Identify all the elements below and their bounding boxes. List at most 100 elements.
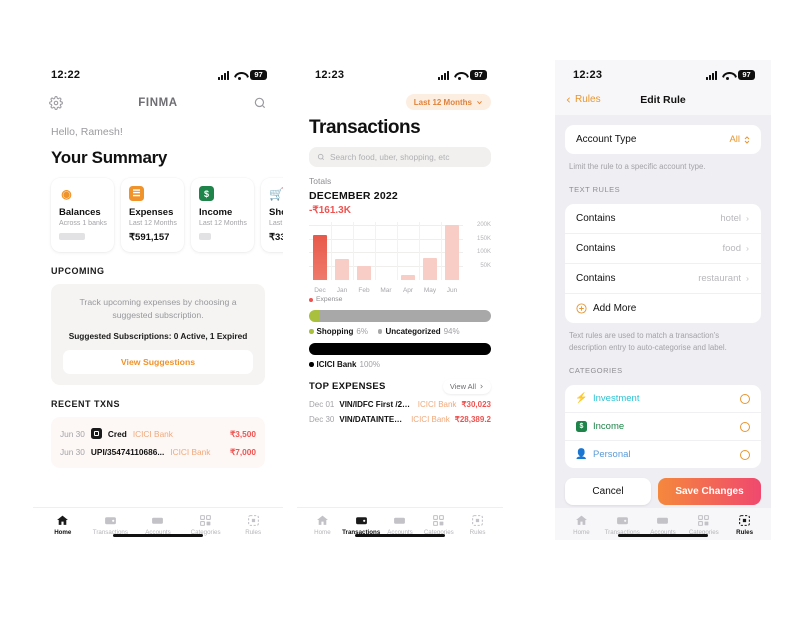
tab-home[interactable]: Home bbox=[561, 514, 602, 536]
card-icon bbox=[394, 517, 406, 524]
chart-x-axis-labels: Dec Jan Feb Mar Apr May Jun bbox=[309, 287, 463, 294]
home-icon bbox=[575, 515, 587, 525]
summary-card-income[interactable]: $ Income Last 12 Months bbox=[191, 178, 254, 252]
legend-dot bbox=[377, 329, 383, 334]
card-value bbox=[59, 232, 106, 243]
tab-home[interactable]: Home bbox=[303, 514, 342, 536]
chart-x-tick: Jun bbox=[446, 287, 458, 294]
card-subtitle: Last 1 bbox=[269, 220, 283, 227]
battery-indicator: 97 bbox=[250, 69, 267, 81]
rules-icon bbox=[247, 515, 259, 526]
add-more-row[interactable]: Add More bbox=[565, 293, 761, 323]
category-row-investment[interactable]: ⚡ Investment bbox=[565, 385, 761, 412]
tab-rules[interactable]: Rules bbox=[229, 514, 277, 536]
expense-amount: ₹28,389.2 bbox=[454, 415, 491, 424]
chevron-down-icon bbox=[477, 100, 482, 104]
table-row[interactable]: Dec 30 VIN/DATAINTERVU2 ICICI Bank ₹28,3… bbox=[297, 409, 503, 424]
navigation-bar: Rules Edit Rule bbox=[555, 90, 771, 115]
cellular-signal-icon bbox=[218, 70, 229, 80]
chevron-right-icon bbox=[746, 276, 749, 281]
chart-bar-column[interactable] bbox=[441, 222, 463, 280]
summary-card-shopping[interactable]: 🛒 Shop Last 1 ₹33, bbox=[261, 178, 283, 252]
category-breakdown-legend: Shopping 6% Uncategorized 94% bbox=[297, 322, 503, 336]
category-radio[interactable] bbox=[740, 449, 750, 460]
chart-bar-column[interactable] bbox=[331, 222, 353, 280]
range-pill-wrap: Last 12 Months bbox=[297, 90, 503, 110]
gear-icon[interactable] bbox=[49, 96, 63, 110]
rule-label: Contains bbox=[576, 213, 616, 225]
status-bar: 12:23 97 bbox=[297, 60, 503, 90]
chart-bar-column[interactable] bbox=[353, 222, 375, 280]
account-type-group: Account Type All bbox=[565, 125, 761, 154]
view-all-button[interactable]: View All bbox=[442, 379, 491, 394]
chart-bar bbox=[401, 275, 415, 280]
txn-amount: ₹7,000 bbox=[229, 447, 256, 458]
text-rule-row[interactable]: Contains restaurant bbox=[565, 263, 761, 293]
save-changes-button[interactable]: Save Changes bbox=[658, 478, 761, 506]
search-placeholder: Search food, uber, shopping, etc bbox=[330, 152, 450, 162]
summary-cards-row[interactable]: ◉ Balances Across 1 banks ☰ Expenses Las… bbox=[33, 168, 283, 252]
cancel-button[interactable]: Cancel bbox=[565, 478, 651, 506]
text-rule-row[interactable]: Contains hotel bbox=[565, 204, 761, 233]
summary-card-expenses[interactable]: ☰ Expenses Last 12 Months ₹591,157 bbox=[121, 178, 184, 252]
chart-bar bbox=[445, 224, 459, 280]
category-radio[interactable] bbox=[740, 393, 750, 404]
category-row-income[interactable]: $ Income bbox=[565, 412, 761, 440]
person-icon: 👤 bbox=[575, 449, 588, 461]
legend-item-icici: ICICI Bank 100% bbox=[309, 360, 380, 369]
card-subtitle: Last 12 Months bbox=[199, 220, 247, 227]
table-row[interactable]: Jun 30 Cred ICICI Bank ₹3,500 bbox=[60, 424, 256, 443]
legend-label: ICICI Bank bbox=[316, 360, 357, 369]
date-range-selector[interactable]: Last 12 Months bbox=[405, 94, 491, 110]
text-rule-row[interactable]: Contains food bbox=[565, 233, 761, 263]
chart-bar-column[interactable] bbox=[309, 222, 331, 280]
totals-month: DECEMBER 2022 bbox=[309, 190, 398, 202]
greeting-text: Hello, Ramesh! bbox=[51, 126, 123, 138]
tab-rules[interactable]: Rules bbox=[458, 514, 497, 536]
tab-rules[interactable]: Rules bbox=[724, 514, 765, 536]
table-row[interactable]: Jun 30 UPI/35474110686... ICICI Bank ₹7,… bbox=[60, 443, 256, 461]
text-rules-section-label: TEXT RULES bbox=[569, 185, 621, 195]
summary-card-balances[interactable]: ◉ Balances Across 1 banks bbox=[51, 178, 114, 252]
wallet-icon bbox=[104, 517, 116, 525]
screenshot-root: 12:22 97 FINMA Hello, Ramesh! Your Summa… bbox=[0, 0, 800, 625]
expense-date: Dec 30 bbox=[309, 415, 335, 424]
chart-bar bbox=[335, 259, 349, 280]
chart-bar-column[interactable] bbox=[397, 222, 419, 280]
account-type-hint: Limit the rule to a specific account typ… bbox=[569, 162, 706, 171]
chart-bar-column[interactable] bbox=[375, 222, 397, 280]
account-type-value: All bbox=[729, 134, 740, 145]
card-value: ₹591,157 bbox=[129, 232, 170, 243]
card-title: Balances bbox=[59, 207, 101, 218]
chart-y-tick: 100K bbox=[476, 249, 491, 256]
search-icon[interactable] bbox=[253, 96, 267, 110]
category-row-personal[interactable]: 👤 Personal bbox=[565, 440, 761, 468]
card-icon bbox=[152, 517, 164, 524]
legend-item-shopping: Shopping 6% bbox=[309, 327, 368, 336]
txn-name: Cred bbox=[107, 428, 127, 439]
status-bar: 12:22 97 bbox=[33, 60, 283, 90]
view-suggestions-button[interactable]: View Suggestions bbox=[63, 350, 253, 375]
tab-label: Rules bbox=[469, 529, 486, 536]
chart-bar bbox=[313, 235, 327, 280]
account-type-row[interactable]: Account Type All bbox=[565, 125, 761, 154]
chart-x-tick: Jan bbox=[336, 287, 348, 294]
expense-bar-chart[interactable]: 50K 100K 150K 200K Dec Jan Feb Mar Apr May Jun bbox=[307, 222, 493, 294]
bank-breakdown-bar bbox=[309, 343, 491, 355]
table-row[interactable]: Dec 01 VIN/IDFC First /20221... ICICI Ba… bbox=[297, 394, 503, 409]
chart-bar-column[interactable] bbox=[419, 222, 441, 280]
grid-icon bbox=[433, 515, 445, 526]
back-button[interactable]: Rules bbox=[565, 94, 601, 105]
tab-label: Home bbox=[573, 529, 590, 536]
rule-value-wrap: hotel bbox=[720, 213, 750, 224]
legend-label: Shopping bbox=[316, 327, 354, 336]
category-radio[interactable] bbox=[740, 421, 750, 432]
search-input[interactable]: Search food, uber, shopping, etc bbox=[309, 147, 491, 167]
card-title: Income bbox=[199, 207, 233, 218]
chevron-right-icon bbox=[746, 246, 749, 251]
home-indicator bbox=[618, 533, 708, 537]
tab-home[interactable]: Home bbox=[39, 514, 87, 536]
totals-amount: -₹161.3K bbox=[309, 205, 351, 216]
chevron-left-icon bbox=[566, 96, 570, 103]
rule-label: Contains bbox=[576, 243, 616, 255]
